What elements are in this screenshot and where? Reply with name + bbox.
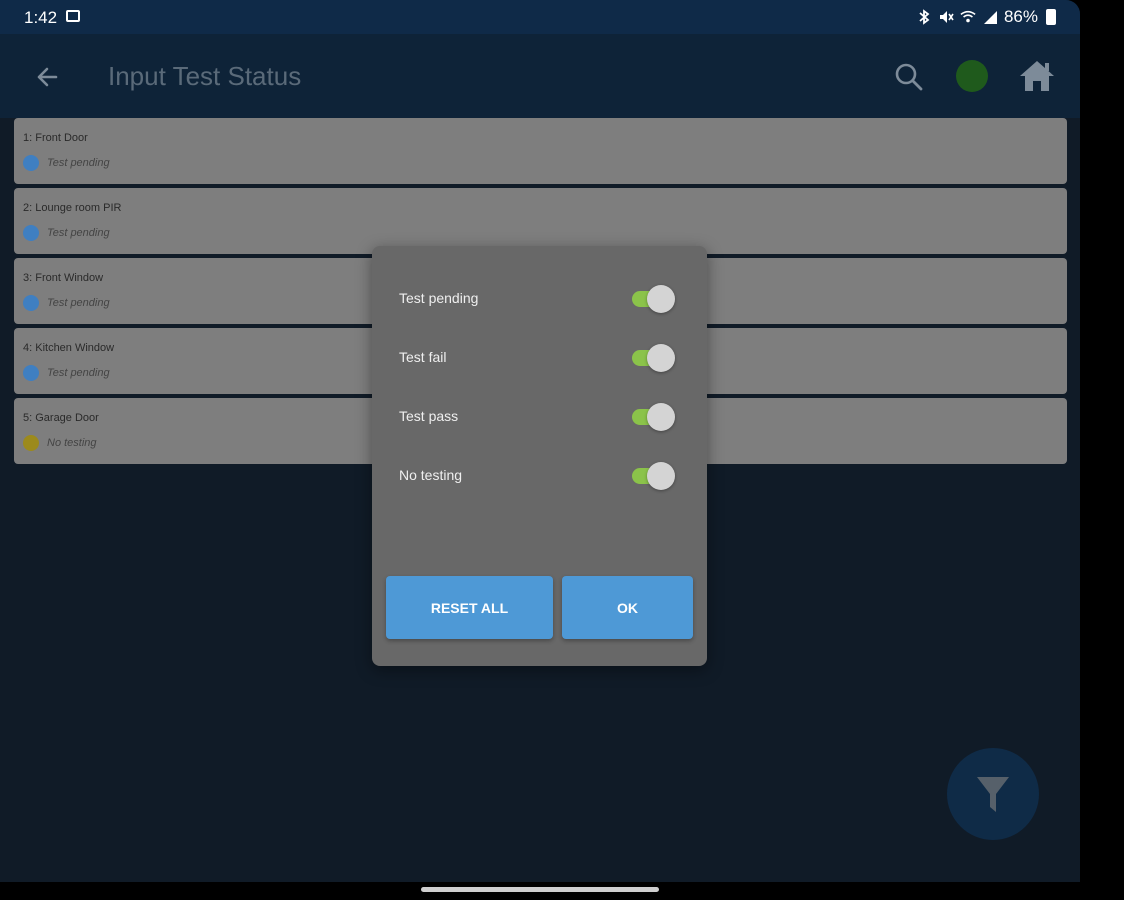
input-status: Test pending [47,297,110,309]
image-icon [66,10,80,22]
list-item[interactable]: 2: Lounge room PIR Test pending [14,188,1067,254]
filter-option-label: Test pass [399,408,459,424]
input-status: Test pending [47,367,110,379]
status-dot [23,155,39,171]
filter-option-test-pending: Test pending [399,281,679,315]
input-name: 3: Front Window [23,272,104,284]
connection-status-indicator[interactable] [956,60,988,92]
status-dot [23,295,39,311]
bluetooth-icon [919,9,930,25]
wifi-icon [960,10,976,23]
search-icon[interactable] [892,60,926,94]
filter-option-label: No testing [399,467,463,483]
input-name: 4: Kitchen Window [23,342,115,354]
filter-fab-button[interactable] [947,748,1039,840]
home-icon[interactable] [1018,58,1056,94]
back-arrow-icon[interactable] [30,60,64,94]
filter-toggle-test-fail[interactable] [632,344,676,372]
filter-toggle-test-pending[interactable] [632,285,676,313]
input-status: Test pending [47,227,110,239]
input-name: 5: Garage Door [23,412,99,424]
battery-percent: 86% [1003,7,1038,26]
input-status: Test pending [47,157,110,169]
toggle-thumb [647,344,675,372]
toggle-thumb [647,285,675,313]
filter-option-no-testing: No testing [399,458,679,492]
app-screen: 1:42 86% Input Test Status 1: Front Door [0,0,1080,882]
status-dot [23,365,39,381]
status-dot [23,225,39,241]
filter-dialog: Test pending Test fail Test pass No test… [372,246,707,666]
input-status: No testing [47,437,97,449]
toggle-thumb [647,462,675,490]
filter-icon [977,777,1009,812]
status-dot [23,435,39,451]
app-bar: Input Test Status [0,34,1080,118]
mute-icon [939,11,954,23]
status-bar: 1:42 86% [0,0,1080,34]
battery-icon [1046,9,1056,25]
input-name: 1: Front Door [23,132,88,144]
status-icons: 86% [916,7,1056,27]
list-item[interactable]: 1: Front Door Test pending [14,118,1067,184]
filter-option-test-fail: Test fail [399,340,679,374]
signal-icon [983,11,997,24]
navigation-handle[interactable] [421,887,659,892]
filter-toggle-no-testing[interactable] [632,462,676,490]
page-title: Input Test Status [108,61,302,91]
reset-all-button[interactable]: RESET ALL [386,576,553,639]
filter-option-label: Test pending [399,290,479,306]
ok-button[interactable]: OK [562,576,693,639]
filter-option-test-pass: Test pass [399,399,679,433]
toggle-thumb [647,403,675,431]
status-time: 1:42 [24,8,58,27]
filter-toggle-test-pass[interactable] [632,403,676,431]
input-name: 2: Lounge room PIR [23,202,122,214]
filter-option-label: Test fail [399,349,447,365]
